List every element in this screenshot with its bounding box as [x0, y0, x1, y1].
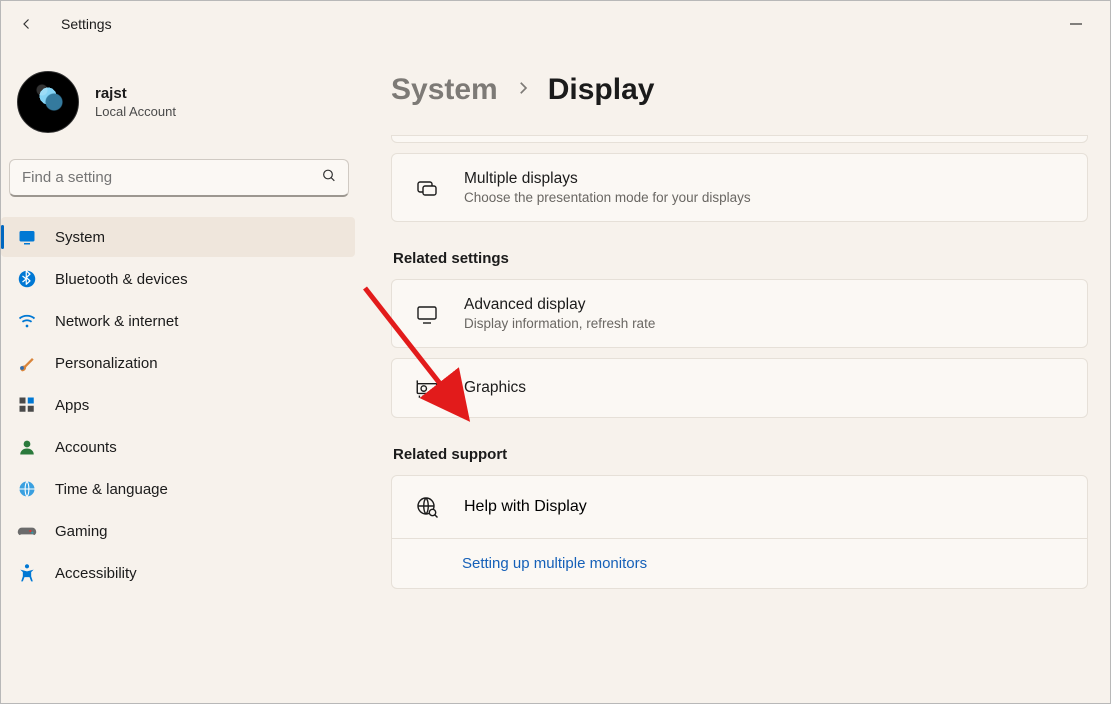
nav-item-label: Accounts: [55, 439, 117, 456]
nav-list: System Bluetooth & devices Network & int…: [1, 217, 357, 593]
back-button[interactable]: [15, 12, 39, 36]
card-subtitle: Display information, refresh rate: [464, 316, 655, 331]
nav-item-bluetooth[interactable]: Bluetooth & devices: [1, 259, 355, 299]
monitor-icon: [414, 301, 440, 327]
card-stub-top: [391, 135, 1088, 143]
globe-search-icon: [414, 494, 440, 520]
account-block[interactable]: rajst Local Account: [1, 57, 357, 153]
nav-item-accounts[interactable]: Accounts: [1, 427, 355, 467]
card-title: Advanced display: [464, 296, 655, 314]
accessibility-icon: [17, 563, 37, 583]
nav-item-label: Time & language: [55, 481, 168, 498]
clock-globe-icon: [17, 479, 37, 499]
help-link-multiple-monitors[interactable]: Setting up multiple monitors: [392, 539, 1087, 588]
card-subtitle: Choose the presentation mode for your di…: [464, 190, 751, 205]
breadcrumb-parent[interactable]: System: [391, 73, 498, 107]
card-title: Graphics: [464, 375, 526, 401]
arrow-left-icon: [18, 15, 36, 33]
system-icon: [17, 227, 37, 247]
account-type: Local Account: [95, 104, 176, 119]
nav-item-label: Network & internet: [55, 313, 178, 330]
card-graphics[interactable]: Graphics: [391, 358, 1088, 418]
card-title: Multiple displays: [464, 170, 751, 188]
nav-item-time-language[interactable]: Time & language: [1, 469, 355, 509]
card-help: Help with Display Setting up multiple mo…: [391, 475, 1088, 589]
gamepad-icon: [17, 521, 37, 541]
nav-item-label: System: [55, 229, 105, 246]
brush-icon: [17, 353, 37, 373]
card-advanced-display[interactable]: Advanced display Display information, re…: [391, 279, 1088, 348]
search-input[interactable]: [9, 159, 349, 197]
nav-item-personalization[interactable]: Personalization: [1, 343, 355, 383]
card-multiple-displays[interactable]: Multiple displays Choose the presentatio…: [391, 153, 1088, 222]
nav-item-accessibility[interactable]: Accessibility: [1, 553, 355, 593]
nav-item-label: Gaming: [55, 523, 108, 540]
nav-item-apps[interactable]: Apps: [1, 385, 355, 425]
help-title: Help with Display: [464, 498, 587, 516]
minimize-button[interactable]: [1056, 4, 1096, 44]
apps-icon: [17, 395, 37, 415]
search-icon: [321, 168, 337, 189]
graphics-card-icon: [414, 375, 440, 401]
section-related-settings: Related settings: [393, 250, 1088, 267]
bluetooth-icon: [17, 269, 37, 289]
nav-item-network[interactable]: Network & internet: [1, 301, 355, 341]
person-icon: [17, 437, 37, 457]
section-related-support: Related support: [393, 446, 1088, 463]
avatar: [17, 71, 79, 133]
wifi-icon: [17, 311, 37, 331]
help-row[interactable]: Help with Display: [392, 476, 1087, 538]
multiple-displays-icon: [414, 175, 440, 201]
breadcrumb-current: Display: [548, 73, 655, 107]
app-title: Settings: [61, 16, 112, 32]
account-name: rajst: [95, 85, 176, 102]
nav-item-label: Accessibility: [55, 565, 137, 582]
nav-item-gaming[interactable]: Gaming: [1, 511, 355, 551]
breadcrumb: System Display: [391, 47, 1088, 135]
nav-item-label: Apps: [55, 397, 89, 414]
nav-item-label: Personalization: [55, 355, 158, 372]
chevron-right-icon: [514, 79, 532, 102]
nav-item-system[interactable]: System: [1, 217, 355, 257]
minimize-icon: [1070, 18, 1082, 30]
nav-item-label: Bluetooth & devices: [55, 271, 188, 288]
